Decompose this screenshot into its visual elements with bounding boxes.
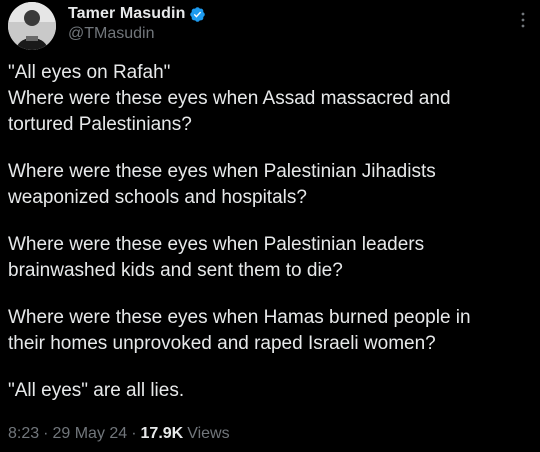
tweet-line: Where were these eyes when Hamas burned … [8, 307, 471, 328]
author-handle[interactable]: @TMasudin [68, 25, 206, 43]
meta-separator: · [43, 425, 49, 442]
avatar-image [8, 2, 56, 50]
tweet-line: "All eyes" are all lies. [8, 380, 185, 401]
tweet-line: tortured Palestinians? [8, 114, 192, 135]
tweet-line: brainwashed kids and sent them to die? [8, 260, 343, 281]
verified-badge-icon [189, 6, 206, 23]
tweet-line: Where were these eyes when Palestinian l… [8, 234, 425, 255]
tweet-line: Where were these eyes when Palestinian J… [8, 161, 436, 182]
tweet-line: "All eyes on Rafah" [8, 62, 171, 83]
tweet-line: their homes unprovoked and raped Israeli… [8, 333, 436, 354]
tweet-line: Where were these eyes when Assad massacr… [8, 88, 451, 109]
avatar[interactable] [8, 2, 56, 50]
author-block: Tamer Masudin @TMasudin [68, 4, 206, 43]
tweet-line: weaponized schools and hospitals? [8, 187, 307, 208]
meta-separator: · [131, 425, 137, 442]
tweet-paragraph: Where were these eyes when Palestinian l… [8, 232, 532, 284]
views-label: Views [187, 425, 230, 442]
tweet-meta: 8:23 · 29 May 24 · 17.9K Views [8, 425, 230, 443]
more-options-icon[interactable] [516, 10, 530, 30]
tweet-date[interactable]: 29 May 24 [52, 425, 127, 443]
tweet-paragraph: Where were these eyes when Palestinian J… [8, 159, 532, 211]
tweet: Tamer Masudin @TMasudin "All eyes on Raf… [0, 0, 540, 452]
tweet-paragraph: "All eyes" are all lies. [8, 378, 532, 404]
tweet-paragraph: "All eyes on Rafah" Where were these eye… [8, 60, 532, 138]
tweet-paragraph: Where were these eyes when Hamas burned … [8, 305, 532, 357]
views-count: 17.9K [140, 425, 184, 442]
tweet-time[interactable]: 8:23 [8, 425, 39, 443]
author-name[interactable]: Tamer Masudin [68, 5, 185, 23]
tweet-text: "All eyes on Rafah" Where were these eye… [8, 60, 532, 425]
